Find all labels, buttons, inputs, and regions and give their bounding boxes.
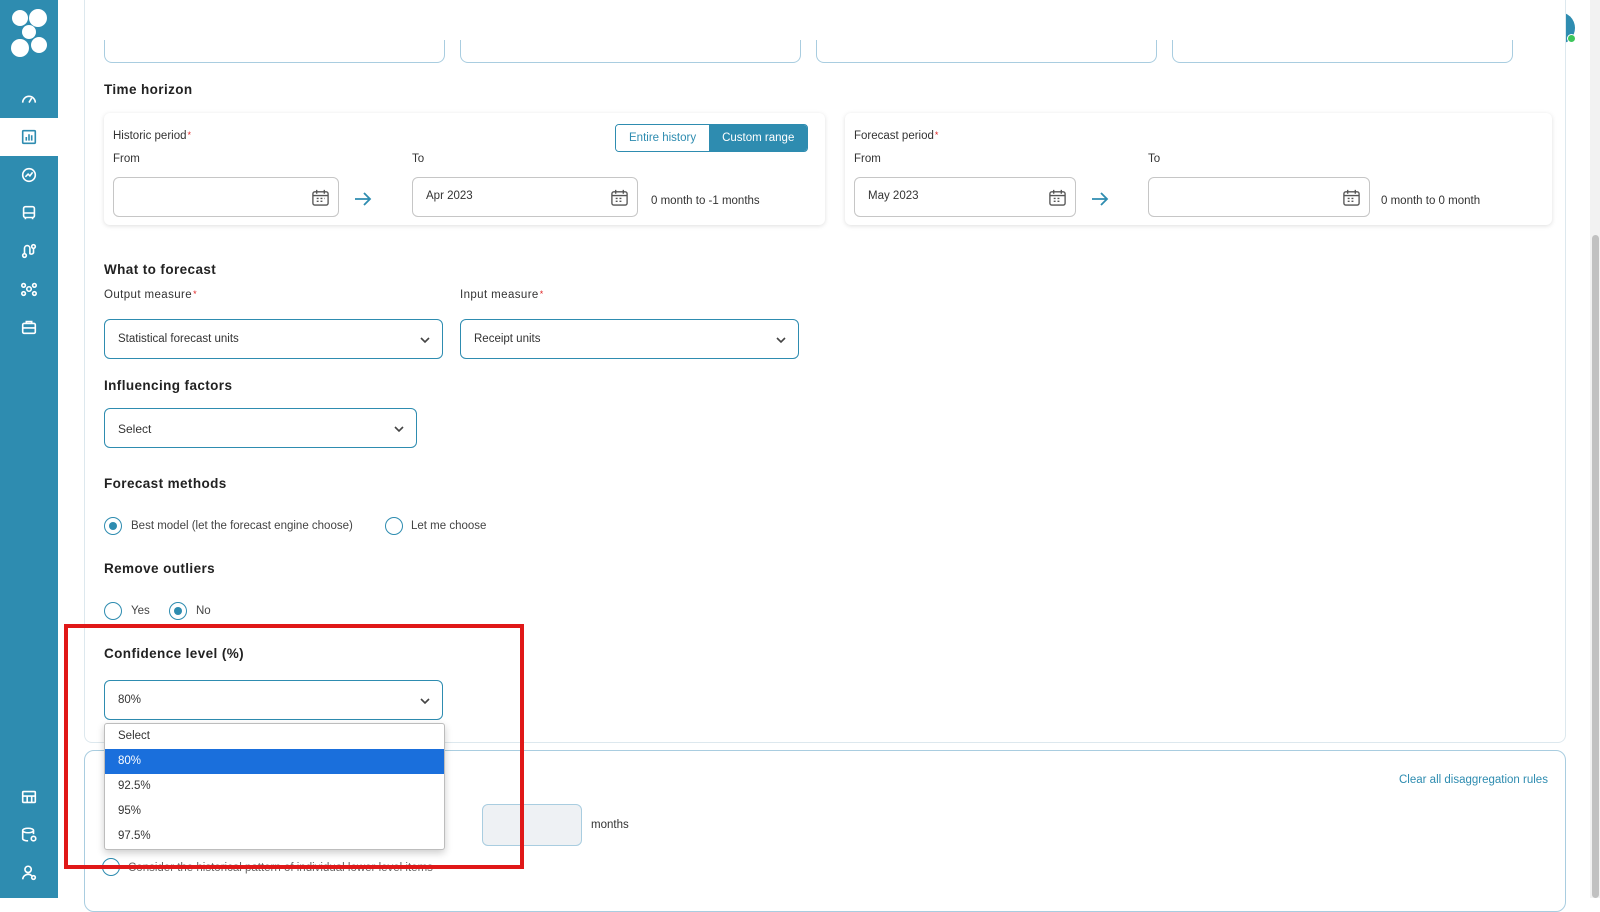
arrow-right-icon (1092, 192, 1109, 206)
confidence-level-dropdown: Select 80% 92.5% 95% 97.5% (104, 723, 445, 850)
sidebar (0, 0, 58, 898)
user-admin-icon (21, 865, 37, 881)
historic-to-label: To (412, 153, 425, 165)
network-icon (20, 282, 38, 297)
forecast-from-label: From (854, 153, 881, 165)
output-measure-value: Statistical forecast units (118, 333, 239, 345)
historic-from-date-field[interactable] (113, 177, 339, 217)
nav-transport[interactable] (0, 194, 58, 232)
confidence-level-title: Confidence level (%) (104, 646, 245, 661)
nav-portfolio[interactable] (0, 308, 58, 346)
field-stub-4[interactable] (1172, 40, 1513, 63)
nav-reports[interactable] (0, 118, 58, 156)
input-measure-label: Input measure* (460, 289, 544, 301)
confidence-level-value: 80% (118, 694, 142, 706)
output-measure-label: Output measure* (104, 289, 197, 301)
historic-period-label: Historic period* (113, 130, 192, 142)
historical-pattern-label[interactable]: Consider the historical pattern of indiv… (128, 862, 433, 874)
forecast-from-value: May 2023 (868, 190, 919, 202)
historical-pattern-radio[interactable] (102, 858, 120, 876)
best-model-radio[interactable] (104, 517, 122, 535)
app-logo-icon[interactable] (8, 6, 50, 62)
field-stub-2[interactable] (460, 40, 801, 63)
database-settings-icon (21, 827, 37, 842)
calendar-icon[interactable] (610, 188, 629, 207)
historic-to-value: Apr 2023 (426, 190, 473, 202)
table-chart-icon (21, 790, 37, 804)
calendar-icon[interactable] (1342, 188, 1361, 207)
historic-range-note: 0 month to -1 months (651, 195, 760, 207)
months-input[interactable] (482, 804, 582, 846)
calendar-icon[interactable] (311, 188, 330, 207)
outliers-yes-radio[interactable] (104, 602, 122, 620)
briefcase-icon (21, 320, 37, 335)
history-range-toggle: Entire history Custom range (615, 124, 809, 152)
nav-data-settings[interactable] (0, 816, 58, 854)
custom-range-option[interactable]: Custom range (709, 125, 808, 151)
what-to-forecast-title: What to forecast (104, 262, 217, 277)
influencing-factors-value: Select (118, 422, 152, 436)
dashboard-icon (21, 95, 37, 104)
nav-user-admin[interactable] (0, 854, 58, 892)
forecast-to-label: To (1148, 153, 1161, 165)
online-status-dot (1567, 34, 1576, 43)
nav-analytics[interactable] (0, 156, 58, 194)
forecast-settings-card (84, 0, 1566, 743)
time-horizon-title: Time horizon (104, 82, 193, 97)
confidence-option[interactable]: 92.5% (105, 774, 444, 799)
historic-from-label: From (113, 153, 140, 165)
calendar-icon[interactable] (1048, 188, 1067, 207)
confidence-option[interactable]: 97.5% (105, 824, 444, 849)
route-icon (21, 243, 37, 259)
months-label: months (591, 819, 629, 831)
nav-route[interactable] (0, 232, 58, 270)
forecast-range-note: 0 month to 0 month (1381, 195, 1481, 207)
arrow-right-icon (355, 192, 372, 206)
field-stub-1[interactable] (104, 40, 445, 63)
field-stub-3[interactable] (816, 40, 1157, 63)
nav-network[interactable] (0, 270, 58, 308)
influencing-factors-title: Influencing factors (104, 378, 233, 393)
output-measure-select[interactable]: Statistical forecast units (104, 319, 443, 359)
nav-tables[interactable] (0, 778, 58, 816)
input-measure-value: Receipt units (474, 333, 541, 345)
chevron-down-icon (394, 426, 404, 433)
outliers-no-radio[interactable] (169, 602, 187, 620)
let-me-choose-label[interactable]: Let me choose (411, 520, 486, 532)
outliers-no-label[interactable]: No (196, 605, 211, 617)
remove-outliers-title: Remove outliers (104, 561, 216, 576)
bus-icon (22, 205, 36, 220)
influencing-factors-select[interactable]: Select (104, 408, 417, 448)
confidence-option[interactable]: Select (105, 724, 444, 749)
reports-icon (21, 129, 37, 145)
outliers-yes-label[interactable]: Yes (131, 605, 150, 617)
input-measure-select[interactable]: Receipt units (460, 319, 799, 359)
confidence-level-select[interactable]: 80% (104, 680, 443, 720)
confidence-option-selected[interactable]: 80% (105, 749, 444, 774)
clear-disaggregation-link[interactable]: Clear all disaggregation rules (1399, 774, 1548, 786)
chevron-down-icon (420, 698, 430, 705)
historic-to-date-field[interactable]: Apr 2023 (412, 177, 638, 217)
forecast-period-label: Forecast period* (854, 130, 939, 142)
forecast-from-date-field[interactable]: May 2023 (854, 177, 1076, 217)
entire-history-option[interactable]: Entire history (616, 125, 710, 151)
scrollbar-thumb[interactable] (1592, 235, 1599, 898)
nav-dashboard[interactable] (0, 80, 58, 118)
chevron-down-icon (776, 337, 786, 344)
best-model-label[interactable]: Best model (let the forecast engine choo… (131, 520, 353, 532)
forecast-to-date-field[interactable] (1148, 177, 1370, 217)
confidence-option[interactable]: 95% (105, 799, 444, 824)
analytics-icon (21, 167, 37, 183)
chevron-down-icon (420, 337, 430, 344)
let-me-choose-radio[interactable] (385, 517, 403, 535)
forecast-methods-title: Forecast methods (104, 476, 227, 491)
